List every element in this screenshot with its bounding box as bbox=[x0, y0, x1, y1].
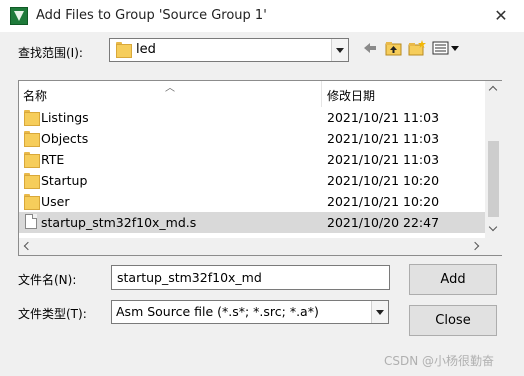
filename-label: 文件名(N): bbox=[18, 273, 77, 287]
item-name: User bbox=[41, 194, 70, 209]
lookin-value: led bbox=[136, 42, 156, 57]
scroll-up-icon[interactable] bbox=[485, 81, 502, 98]
lookin-label: 查找范围(I): bbox=[18, 46, 83, 60]
filetype-label: 文件类型(T): bbox=[18, 307, 87, 321]
item-name: Listings bbox=[41, 110, 89, 125]
item-date: 2021/10/21 11:03 bbox=[327, 131, 440, 146]
column-header-name[interactable]: 名称 bbox=[23, 87, 47, 104]
item-date: 2021/10/20 22:47 bbox=[327, 215, 440, 230]
list-header: ︿ 名称 修改日期 bbox=[19, 81, 485, 107]
list-item[interactable]: RTE 2021/10/21 11:03 bbox=[19, 149, 485, 170]
scroll-down-icon[interactable] bbox=[485, 221, 502, 238]
scroll-thumb[interactable] bbox=[488, 141, 499, 217]
window-title: Add Files to Group 'Source Group 1' bbox=[36, 8, 267, 23]
title-bar: Add Files to Group 'Source Group 1' ✕ bbox=[0, 0, 524, 32]
item-name: startup_stm32f10x_md.s bbox=[41, 215, 197, 230]
add-button[interactable]: Add bbox=[409, 264, 497, 295]
close-button[interactable]: Close bbox=[409, 305, 497, 336]
horizontal-scrollbar[interactable] bbox=[19, 238, 485, 255]
back-arrow-icon[interactable] bbox=[362, 40, 378, 58]
list-item[interactable]: Listings 2021/10/21 11:03 bbox=[19, 107, 485, 128]
watermark: CSDN @小杨很勤奋 bbox=[384, 354, 495, 368]
filetype-value: Asm Source file (*.s*; *.src; *.a*) bbox=[116, 304, 319, 319]
scroll-corner bbox=[485, 238, 502, 255]
list-item[interactable]: User 2021/10/21 10:20 bbox=[19, 191, 485, 212]
keil-app-icon bbox=[10, 7, 28, 25]
item-date: 2021/10/21 10:20 bbox=[327, 173, 440, 188]
list-item[interactable]: Objects 2021/10/21 11:03 bbox=[19, 128, 485, 149]
chevron-down-icon[interactable] bbox=[371, 301, 388, 323]
item-date: 2021/10/21 11:03 bbox=[327, 110, 440, 125]
column-divider[interactable] bbox=[321, 81, 322, 107]
view-menu-icon[interactable] bbox=[432, 40, 460, 58]
new-folder-icon[interactable] bbox=[408, 40, 426, 58]
column-header-date[interactable]: 修改日期 bbox=[327, 87, 375, 104]
chevron-down-icon[interactable] bbox=[331, 39, 348, 61]
up-one-level-icon[interactable] bbox=[385, 40, 402, 58]
file-list[interactable]: ︿ 名称 修改日期 Listings 2021/10/21 11:03 Obje… bbox=[18, 80, 502, 256]
item-date: 2021/10/21 11:03 bbox=[327, 152, 440, 167]
vertical-scrollbar[interactable] bbox=[485, 81, 502, 238]
sort-ascending-icon: ︿ bbox=[165, 83, 175, 94]
filename-input[interactable] bbox=[111, 265, 390, 290]
scroll-right-icon[interactable] bbox=[468, 238, 485, 255]
close-window-button[interactable]: ✕ bbox=[488, 4, 514, 28]
item-date: 2021/10/21 10:20 bbox=[327, 194, 440, 209]
item-name: Startup bbox=[41, 173, 88, 188]
filetype-dropdown[interactable]: Asm Source file (*.s*; *.src; *.a*) bbox=[111, 300, 389, 324]
list-item-selected[interactable]: startup_stm32f10x_md.s 2021/10/20 22:47 bbox=[19, 212, 485, 233]
item-name: RTE bbox=[41, 152, 65, 167]
scroll-left-icon[interactable] bbox=[19, 238, 36, 255]
list-item[interactable]: Startup 2021/10/21 10:20 bbox=[19, 170, 485, 191]
lookin-dropdown[interactable]: led bbox=[109, 38, 349, 62]
item-name: Objects bbox=[41, 131, 89, 146]
